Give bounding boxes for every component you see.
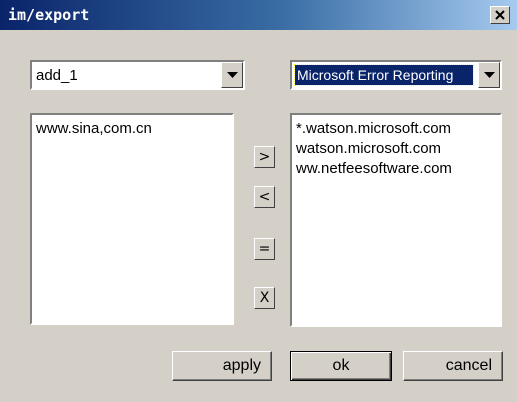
dropdown-arrow-icon xyxy=(484,72,495,78)
equal-button[interactable]: = xyxy=(254,238,275,260)
dialog-window: im/export add_1 Microsoft Error Reportin… xyxy=(0,0,517,402)
close-button[interactable] xyxy=(490,6,510,24)
profile-select[interactable]: add_1 xyxy=(29,59,246,91)
move-right-button[interactable]: > xyxy=(254,146,275,168)
list-item[interactable]: *.watson.microsoft.com xyxy=(296,119,496,139)
profile-select-value: add_1 xyxy=(36,67,78,84)
category-select-arrow[interactable] xyxy=(478,62,500,88)
move-left-button[interactable]: < xyxy=(254,186,275,208)
title-bar[interactable]: im/export xyxy=(0,0,517,30)
cancel-button[interactable]: cancel xyxy=(403,351,503,381)
category-select-value: Microsoft Error Reporting xyxy=(294,64,474,86)
dropdown-arrow-icon xyxy=(227,72,238,78)
delete-button[interactable]: X xyxy=(254,287,275,309)
category-select[interactable]: Microsoft Error Reporting xyxy=(289,59,503,91)
right-site-list[interactable]: *.watson.microsoft.com watson.microsoft.c… xyxy=(289,112,503,328)
profile-select-arrow[interactable] xyxy=(221,62,243,88)
ok-button[interactable]: ok xyxy=(290,351,392,381)
list-item[interactable]: watson.microsoft.com xyxy=(296,139,496,159)
left-site-list[interactable]: www.sina,com.cn xyxy=(29,112,235,326)
close-icon xyxy=(495,10,505,20)
list-item[interactable]: ww.netfeesoftware.com xyxy=(296,159,496,179)
window-title: im/export xyxy=(8,6,90,24)
apply-button[interactable]: apply xyxy=(172,351,272,381)
list-item[interactable]: www.sina,com.cn xyxy=(36,119,228,139)
